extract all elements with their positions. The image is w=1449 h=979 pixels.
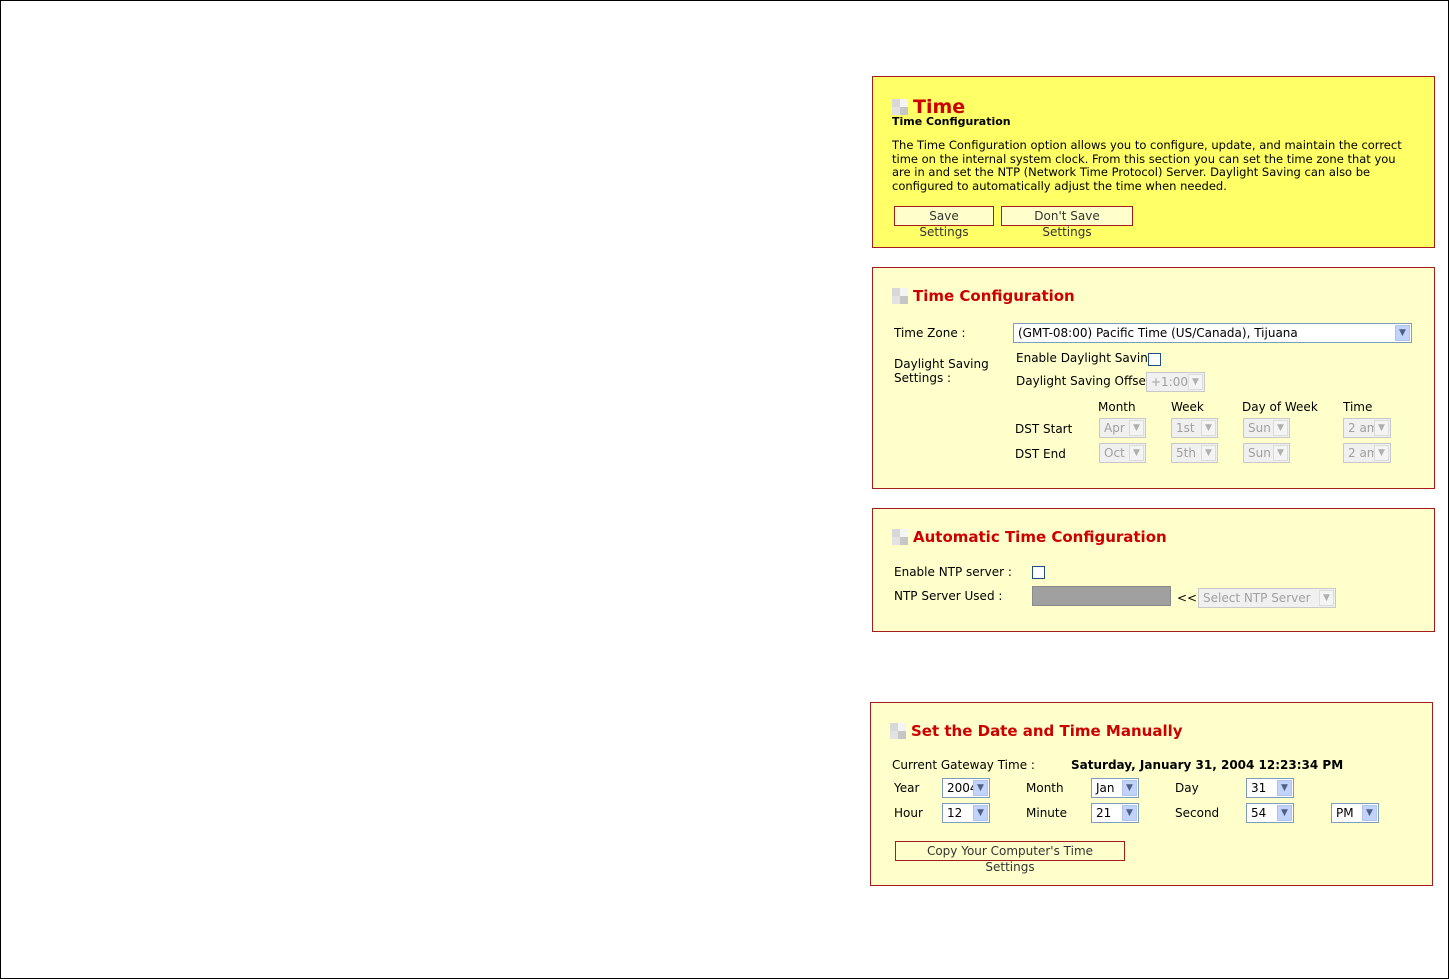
chevron-down-icon: ▼: [1374, 445, 1389, 461]
second-label: Second: [1175, 806, 1220, 820]
select-value: 1st: [1176, 421, 1195, 435]
intro-description: The Time Configuration option allows you…: [892, 138, 1402, 193]
dst-end-week-select[interactable]: 5th ▼: [1171, 443, 1218, 463]
intro-subtitle: Time Configuration: [892, 115, 1011, 128]
enable-dst-checkbox[interactable]: [1148, 353, 1161, 366]
chevron-down-icon: ▼: [1122, 805, 1137, 821]
day-label: Day: [1175, 781, 1199, 795]
dst-end-label: DST End: [1015, 447, 1066, 461]
hour-label: Hour: [894, 806, 923, 820]
dst-end-time-select[interactable]: 2 am▼: [1343, 443, 1391, 463]
section-icon: [890, 723, 906, 739]
section-icon: [892, 529, 908, 545]
select-value: 2 am: [1348, 421, 1374, 435]
chevron-down-icon: ▼: [1201, 445, 1216, 461]
chevron-down-icon: ▼: [1362, 805, 1377, 821]
section-icon: [892, 288, 908, 304]
dst-start-time-select[interactable]: 2 am▼: [1343, 418, 1391, 438]
col-month-header: Month: [1098, 400, 1136, 414]
hour-select[interactable]: 12 ▼: [942, 803, 990, 823]
chevron-down-icon: ▼: [973, 780, 988, 796]
chevron-down-icon: ▼: [973, 805, 988, 821]
section-title-text: Time Configuration: [913, 287, 1075, 305]
chevron-down-icon: ▼: [1188, 374, 1203, 390]
ntp-server-input[interactable]: [1032, 586, 1171, 606]
time-zone-value: (GMT-08:00) Pacific Time (US/Canada), Ti…: [1018, 326, 1298, 340]
second-select[interactable]: 54 ▼: [1246, 803, 1294, 823]
select-value: 12: [947, 806, 963, 820]
manual-time-title: Set the Date and Time Manually: [890, 722, 1183, 740]
minute-label: Minute: [1026, 806, 1067, 820]
dst-end-month-select[interactable]: Oct ▼: [1099, 443, 1146, 463]
section-title-text: Set the Date and Time Manually: [911, 722, 1183, 740]
chevron-down-icon: ▼: [1277, 805, 1292, 821]
time-zone-select[interactable]: (GMT-08:00) Pacific Time (US/Canada), Ti…: [1013, 323, 1412, 343]
select-value: Sun: [1248, 421, 1271, 435]
time-zone-label: Time Zone :: [894, 326, 966, 340]
dst-end-dow-select[interactable]: Sun ▼: [1243, 443, 1290, 463]
select-value: 54: [1251, 806, 1267, 820]
select-value: 2 am: [1348, 446, 1374, 460]
copy-computer-time-button[interactable]: Copy Your Computer's Time Settings: [895, 841, 1125, 874]
ntp-used-label: NTP Server Used :: [894, 589, 1003, 603]
enable-ntp-checkbox[interactable]: [1032, 566, 1045, 579]
day-select[interactable]: 31 ▼: [1246, 778, 1294, 798]
enable-dst-label: Enable Daylight Saving: [1016, 351, 1156, 365]
select-value: Sun: [1248, 446, 1271, 460]
select-value: Apr: [1104, 421, 1125, 435]
dst-settings-label-2: Settings :: [894, 371, 952, 385]
select-value: 5th: [1176, 446, 1196, 460]
chevron-down-icon: ▼: [1374, 420, 1389, 436]
select-value: 21: [1096, 806, 1112, 820]
col-week-header: Week: [1171, 400, 1204, 414]
chevron-down-icon: ▼: [1395, 325, 1410, 341]
gateway-time-label: Current Gateway Time :: [892, 758, 1035, 772]
enable-ntp-label: Enable NTP server :: [894, 565, 1012, 579]
ampm-select[interactable]: PM ▼: [1331, 803, 1379, 823]
chevron-down-icon: ▼: [1129, 420, 1144, 436]
chevron-down-icon: ▼: [1129, 445, 1144, 461]
chevron-down-icon: ▼: [1122, 780, 1137, 796]
month-select[interactable]: Jan ▼: [1091, 778, 1139, 798]
select-value: 2004: [947, 781, 973, 795]
ntp-arrow-text: <<: [1177, 591, 1198, 605]
dont-save-settings-button[interactable]: Don't Save Settings: [1001, 206, 1133, 239]
col-dow-header: Day of Week: [1242, 400, 1318, 414]
year-label: Year: [894, 781, 920, 795]
select-value: Oct: [1104, 446, 1125, 460]
select-value: Select NTP Server: [1203, 591, 1311, 605]
gateway-time-value: Saturday, January 31, 2004 12:23:34 PM: [1071, 758, 1344, 772]
year-select[interactable]: 2004▼: [942, 778, 990, 798]
dst-offset-value: +1:00: [1151, 375, 1188, 389]
select-value: PM: [1336, 806, 1354, 820]
month-label: Month: [1026, 781, 1064, 795]
select-value: 31: [1251, 781, 1267, 795]
save-settings-button[interactable]: Save Settings: [894, 206, 994, 239]
dst-start-label: DST Start: [1015, 422, 1073, 436]
chevron-down-icon: ▼: [1277, 780, 1292, 796]
dst-offset-label: Daylight Saving Offset: [1016, 374, 1151, 388]
dst-settings-label-1: Daylight Saving: [894, 357, 989, 371]
chevron-down-icon: ▼: [1319, 590, 1334, 606]
select-ntp-server[interactable]: Select NTP Server ▼: [1198, 588, 1336, 608]
chevron-down-icon: ▼: [1201, 420, 1216, 436]
col-time-header: Time: [1343, 400, 1373, 414]
section-title-text: Automatic Time Configuration: [913, 528, 1167, 546]
chevron-down-icon: ▼: [1273, 445, 1288, 461]
auto-time-title: Automatic Time Configuration: [892, 528, 1167, 546]
chevron-down-icon: ▼: [1273, 420, 1288, 436]
select-value: Jan: [1096, 781, 1115, 795]
section-icon: [892, 99, 908, 115]
dst-start-dow-select[interactable]: Sun ▼: [1243, 418, 1290, 438]
minute-select[interactable]: 21 ▼: [1091, 803, 1139, 823]
time-config-title: Time Configuration: [892, 287, 1075, 305]
dst-offset-select[interactable]: +1:00 ▼: [1146, 372, 1205, 392]
dst-start-month-select[interactable]: Apr ▼: [1099, 418, 1146, 438]
dst-start-week-select[interactable]: 1st ▼: [1171, 418, 1218, 438]
